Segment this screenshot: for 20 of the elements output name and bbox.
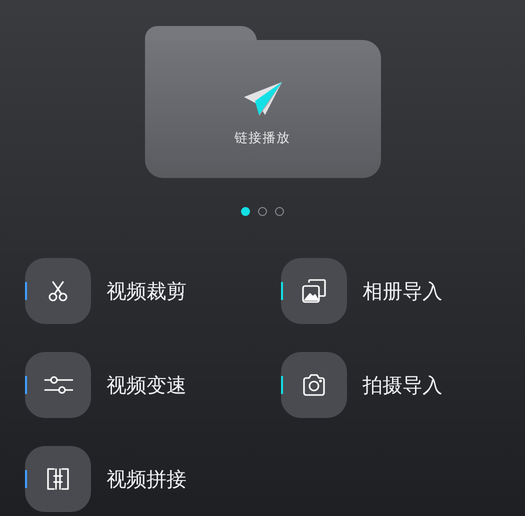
page-dot[interactable] xyxy=(241,207,250,216)
tool-button[interactable] xyxy=(24,258,90,324)
tool-label: 相册导入 xyxy=(362,278,442,304)
tool-button[interactable] xyxy=(24,446,90,512)
tool-label: 视频变速 xyxy=(106,372,186,398)
link-play-card[interactable]: 链接播放 xyxy=(144,40,380,178)
scissors-icon xyxy=(46,279,70,303)
gallery-icon xyxy=(300,278,326,304)
tool-button[interactable] xyxy=(24,352,90,418)
paper-plane-icon xyxy=(242,81,282,117)
tool-label: 视频裁剪 xyxy=(106,278,186,304)
page-dot[interactable] xyxy=(275,207,284,216)
tool-label: 视频拼接 xyxy=(106,466,186,492)
camera-icon xyxy=(300,372,326,398)
card-label: 链接播放 xyxy=(234,130,290,147)
merge-icon xyxy=(44,467,70,491)
tool-button[interactable] xyxy=(280,352,346,418)
tool-label: 拍摄导入 xyxy=(362,372,442,398)
tool-button[interactable] xyxy=(280,258,346,324)
page-dot[interactable] xyxy=(258,207,267,216)
